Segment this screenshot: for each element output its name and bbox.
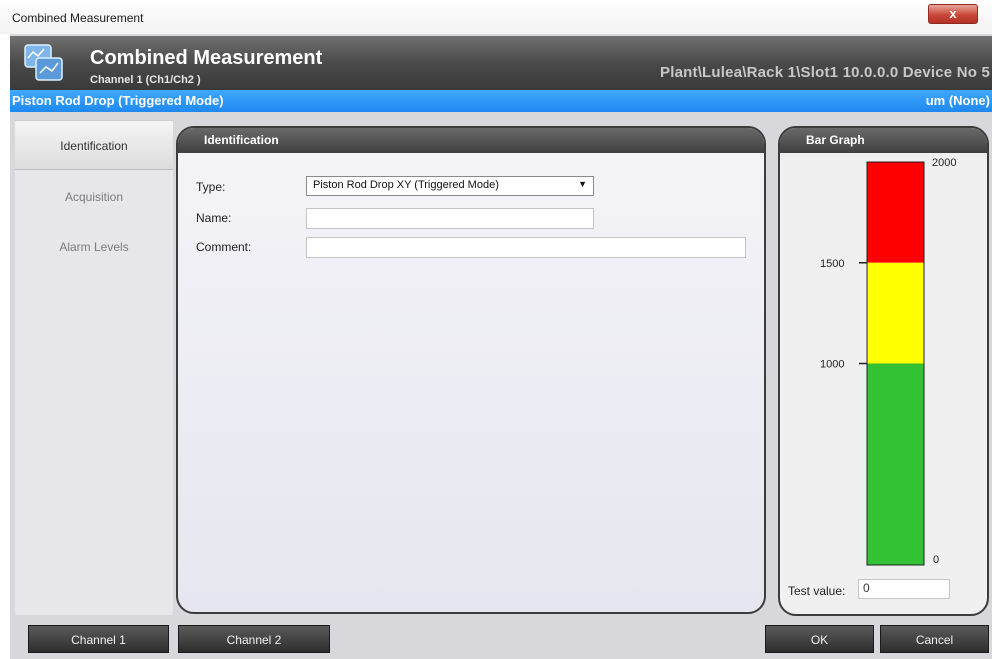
app-logo-icon — [24, 44, 63, 81]
bar-level-danger — [867, 162, 924, 263]
tick-label-1000: 1000 — [820, 359, 844, 371]
sidebar-item-label: Identification — [60, 139, 128, 153]
unit-label: um (None) — [925, 93, 990, 108]
channel-2-label: Channel 2 — [226, 633, 282, 647]
close-icon: x — [949, 6, 957, 21]
window-titlebar: Combined Measurement x — [0, 0, 992, 34]
tick-label-2000: 2000 — [932, 157, 956, 169]
type-select[interactable]: Piston Rod Drop XY (Triggered Mode) ▼ — [306, 176, 594, 196]
sidebar-item-label: Alarm Levels — [59, 240, 129, 254]
banner-subtitle: Channel 1 (Ch1/Ch2 ) — [90, 74, 201, 86]
type-select-value: Piston Rod Drop XY (Triggered Mode) — [313, 179, 499, 191]
channel-2-button[interactable]: Channel 2 — [178, 625, 330, 653]
cancel-label: Cancel — [915, 633, 954, 647]
name-field[interactable] — [306, 208, 594, 229]
ok-button[interactable]: OK — [765, 625, 874, 653]
channel-1-label: Channel 1 — [71, 633, 126, 647]
bar-graph: 2000 1500 1000 0 — [820, 157, 956, 566]
test-value-label: Test value: — [788, 584, 846, 598]
sidebar-item-identification[interactable]: Identification — [15, 120, 173, 170]
sidebar-item-label: Acquisition — [64, 190, 124, 204]
test-value: 0 — [863, 581, 870, 595]
cancel-button[interactable]: Cancel — [880, 625, 989, 653]
comment-label: Comment: — [196, 240, 252, 254]
banner-title: Combined Measurement — [90, 47, 323, 69]
sidebar-item-acquisition[interactable]: Acquisition — [15, 172, 173, 222]
name-label: Name: — [196, 211, 232, 225]
panel-header: Identification — [178, 128, 764, 153]
measurement-mode: Piston Rod Drop (Triggered Mode) — [12, 93, 224, 108]
mode-bar: Piston Rod Drop (Triggered Mode) um (Non… — [10, 90, 992, 112]
ok-label: OK — [810, 633, 829, 647]
type-label: Type: — [196, 180, 226, 194]
tick-label-0: 0 — [933, 554, 939, 566]
identification-panel: Identification Type: Piston Rod Drop XY … — [176, 126, 766, 614]
comment-field[interactable] — [306, 237, 746, 258]
bar-graph-panel: Bar Graph 2000 1500 1000 0 Test value: 0 — [778, 126, 989, 616]
bar-level-normal — [867, 363, 924, 565]
tick-label-1500: 1500 — [820, 258, 844, 270]
bar-level-alert — [867, 262, 924, 364]
sidebar-item-alarm-levels[interactable]: Alarm Levels — [15, 222, 173, 272]
bar-graph-header: Bar Graph — [780, 128, 987, 153]
header-banner: Combined Measurement Channel 1 (Ch1/Ch2 … — [10, 36, 992, 90]
window-title: Combined Measurement — [12, 11, 144, 25]
chevron-down-icon: ▼ — [578, 179, 587, 189]
test-value-field[interactable]: 0 — [858, 579, 950, 599]
channel-1-button[interactable]: Channel 1 — [28, 625, 169, 653]
sidebar: Identification Acquisition Alarm Levels — [15, 120, 173, 615]
device-path: Plant\Lulea\Rack 1\Slot1 10.0.0.0 Device… — [660, 64, 990, 81]
close-button[interactable]: x — [928, 4, 978, 24]
